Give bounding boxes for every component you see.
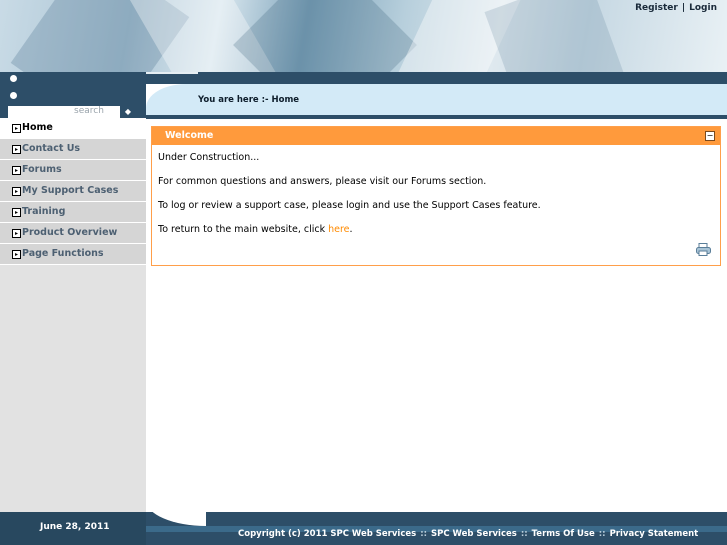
- panel-text-prefix: To return to the main website, click: [158, 224, 329, 235]
- sidebar-item-label: Contact Us: [22, 143, 81, 154]
- copyright-text: Copyright (c) 2011 SPC Web Services: [238, 529, 417, 539]
- sidebar-item-label: Product Overview: [22, 227, 118, 238]
- panel-text-suffix: .: [349, 224, 353, 235]
- banner-graphic: [233, 0, 417, 72]
- search-label: search: [74, 106, 104, 116]
- current-date: June 28, 2011: [40, 522, 110, 532]
- sidebar-item-label: Training: [22, 206, 66, 217]
- arrow-right-icon: ▸: [12, 166, 21, 175]
- sidebar-item-label: My Support Cases: [22, 185, 119, 196]
- header-strip: [146, 72, 727, 84]
- arrow-right-icon: ▸: [12, 208, 21, 217]
- sidebar-item-my-support-cases[interactable]: ▸ My Support Cases: [0, 181, 146, 202]
- footer: June 28, 2011 Copyright (c) 2011 SPC Web…: [0, 500, 727, 545]
- sidebar-item-product-overview[interactable]: ▸ Product Overview: [0, 223, 146, 244]
- arrow-right-icon: ▸: [12, 250, 21, 259]
- top-links: Register | Login: [635, 3, 717, 13]
- sidebar-item-label: Page Functions: [22, 248, 104, 259]
- register-link[interactable]: Register: [635, 3, 678, 13]
- strip-highlight: [146, 72, 198, 74]
- main-website-link[interactable]: here: [328, 224, 349, 235]
- panel-header: Welcome −: [152, 127, 720, 145]
- banner-graphic: [484, 0, 626, 72]
- panel-text: Under Construction...: [158, 152, 260, 163]
- footer-links: Copyright (c) 2011 SPC Web Services:: SPC…: [238, 529, 698, 539]
- sidebar: ▸ Home ▸ Contact Us ▸ Forums ▸ My Suppor…: [0, 118, 146, 512]
- arrow-right-icon: ▸: [12, 187, 21, 196]
- header-banner: Register | Login: [0, 0, 727, 72]
- footer-separator: ::: [420, 529, 427, 539]
- footer-separator: ::: [598, 529, 606, 539]
- sidebar-item-label: Forums: [22, 164, 62, 175]
- arrow-right-icon: ▸: [12, 145, 21, 154]
- sidebar-item-forums[interactable]: ▸ Forums: [0, 160, 146, 181]
- breadcrumb-bar-border: [146, 115, 727, 119]
- arrow-right-icon: ▸: [12, 124, 21, 133]
- sidebar-item-label: Home: [22, 122, 53, 133]
- welcome-panel: Welcome − Under Construction... For comm…: [151, 126, 721, 266]
- panel-text: For common questions and answers, please…: [158, 176, 487, 187]
- top-links-separator: |: [681, 3, 686, 13]
- sidebar-item-contact-us[interactable]: ▸ Contact Us: [0, 139, 146, 160]
- sidebar-item-page-functions[interactable]: ▸ Page Functions: [0, 244, 146, 265]
- sidebar-item-training[interactable]: ▸ Training: [0, 202, 146, 223]
- panel-text: To return to the main website, click her…: [158, 224, 353, 235]
- panel-title: Welcome: [165, 130, 214, 141]
- footer-link-privacy[interactable]: Privacy Statement: [610, 529, 699, 539]
- bullet-icon: [10, 92, 17, 99]
- login-link[interactable]: Login: [689, 3, 717, 13]
- search-go-icon[interactable]: ◆: [123, 107, 133, 117]
- footer-curve: [146, 500, 206, 526]
- footer-link-terms[interactable]: Terms Of Use: [532, 529, 595, 539]
- print-icon[interactable]: [696, 243, 711, 256]
- sidebar-item-home[interactable]: ▸ Home: [0, 118, 146, 139]
- footer-separator: ::: [520, 529, 528, 539]
- arrow-right-icon: ▸: [12, 229, 21, 238]
- breadcrumb: You are here :- Home: [198, 95, 300, 105]
- footer-link-company[interactable]: SPC Web Services: [431, 529, 517, 539]
- bullet-icon: [10, 75, 17, 82]
- minimize-icon[interactable]: −: [705, 131, 715, 141]
- panel-text: To log or review a support case, please …: [158, 200, 541, 211]
